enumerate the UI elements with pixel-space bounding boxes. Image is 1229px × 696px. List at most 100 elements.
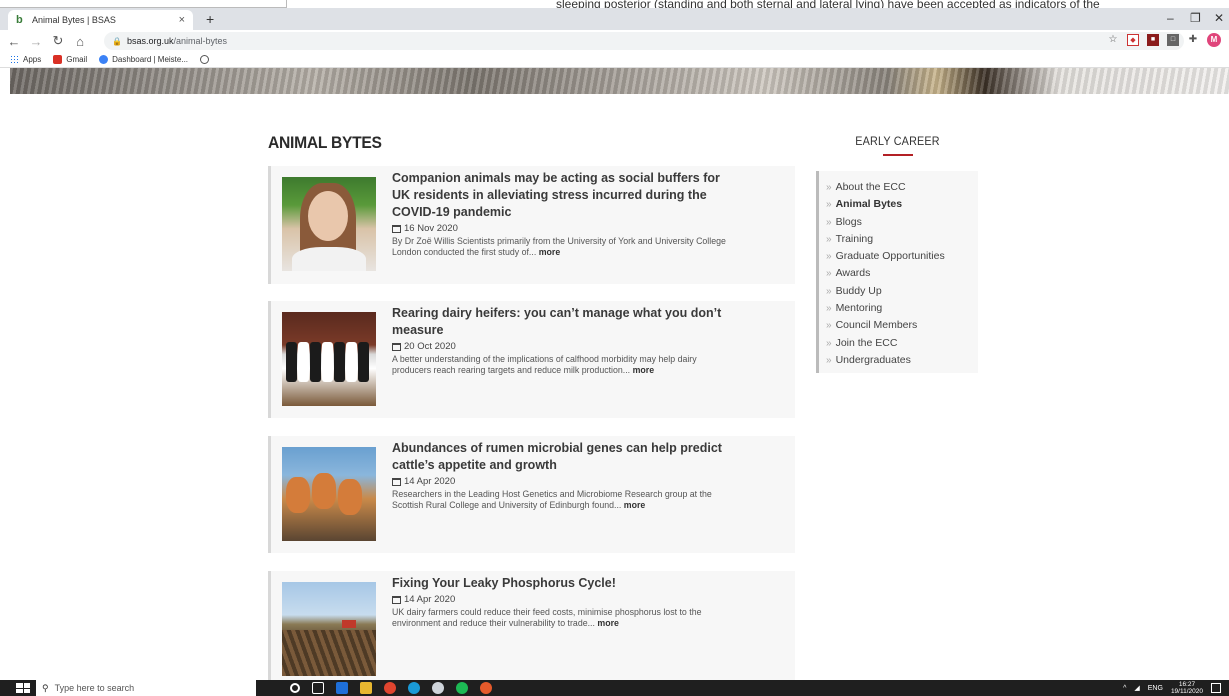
hero-banner-image	[10, 68, 1229, 94]
close-window-button[interactable]: ✕	[1214, 11, 1224, 25]
edge-icon[interactable]	[408, 682, 420, 694]
sidebar-item-label: Mentoring	[835, 302, 883, 315]
forward-arrow-icon[interactable]: →	[28, 34, 44, 49]
sidebar-item-council-members[interactable]: » Council Members	[826, 317, 978, 334]
article-card[interactable]: Rearing dairy heifers: you can’t manage …	[268, 301, 795, 418]
bookmark-dashboard[interactable]: Dashboard | Meiste...	[99, 55, 188, 64]
chevron-right-icon: »	[826, 320, 832, 332]
back-arrow-icon[interactable]: ←	[6, 34, 22, 49]
article-body: Abundances of rumen microbial genes can …	[392, 440, 727, 511]
bsas-favicon-icon: b	[16, 14, 23, 26]
media-app-icon[interactable]	[432, 682, 444, 694]
hero-texture	[10, 68, 1229, 94]
read-more-link[interactable]: more	[539, 247, 561, 257]
sidebar-item-label: Undergraduates	[835, 353, 911, 366]
article-card[interactable]: Fixing Your Leaky Phosphorus Cycle! 14 A…	[268, 571, 795, 680]
article-excerpt: UK dairy farmers could reduce their feed…	[392, 607, 727, 629]
app-icon[interactable]	[480, 682, 492, 694]
calendar-icon	[392, 595, 401, 604]
article-title[interactable]: Fixing Your Leaky Phosphorus Cycle!	[392, 575, 727, 592]
maximize-window-button[interactable]: ❐	[1190, 11, 1201, 25]
article-body: Rearing dairy heifers: you can’t manage …	[392, 305, 727, 376]
sidebar-item-undergraduates[interactable]: » Undergraduates	[826, 352, 978, 369]
heifer-shape	[286, 342, 297, 382]
sidebar-item-training[interactable]: » Training	[826, 231, 978, 248]
sidebar-item-label: About the ECC	[835, 181, 906, 193]
tray-chevron-up-icon[interactable]: ^	[1123, 685, 1126, 692]
article-date-text: 14 Apr 2020	[404, 594, 456, 605]
sidebar-title: EARLY CAREER	[855, 134, 940, 148]
article-thumbnail-heifers[interactable]	[282, 312, 376, 406]
sidebar-item-about-the-ecc[interactable]: » About the ECC	[826, 179, 978, 196]
outlook-icon[interactable]	[336, 682, 348, 694]
article-card[interactable]: Companion animals may be acting as socia…	[268, 166, 795, 284]
bookmark-globe[interactable]	[200, 55, 210, 64]
bookmark-apps[interactable]: Apps	[10, 55, 41, 64]
heifer-shape	[310, 342, 321, 382]
new-tab-button[interactable]: +	[206, 11, 214, 27]
article-card[interactable]: Abundances of rumen microbial genes can …	[268, 436, 795, 553]
article-thumbnail-portrait[interactable]	[282, 177, 376, 271]
task-view-icon[interactable]	[312, 682, 324, 694]
sidebar-item-label: Blogs	[835, 215, 862, 228]
page-title: ANIMAL BYTES	[268, 133, 382, 152]
read-more-link[interactable]: more	[624, 500, 646, 510]
apps-grid-icon	[10, 55, 19, 64]
calendar-icon	[392, 224, 401, 233]
close-tab-icon[interactable]: ×	[179, 14, 185, 26]
taskbar-search-input[interactable]: ⚲ Type here to search	[36, 680, 256, 696]
portrait-shirt	[292, 247, 366, 271]
cattle-shape	[286, 477, 310, 513]
network-icon[interactable]: ◢	[1134, 684, 1139, 692]
sidebar-item-animal-bytes[interactable]: » Animal Bytes	[826, 196, 978, 213]
sidebar-item-label: Buddy Up	[835, 284, 882, 297]
article-thumbnail-cattle[interactable]	[282, 447, 376, 541]
cortana-icon[interactable]	[290, 683, 300, 693]
pdf-extension-icon[interactable]: ■	[1147, 34, 1159, 46]
sidebar-item-awards[interactable]: » Awards	[826, 265, 978, 282]
clock-time: 16:27	[1178, 681, 1196, 688]
article-date: 14 Apr 2020	[392, 594, 727, 605]
read-more-link[interactable]: more	[597, 618, 619, 628]
browser-tab-active[interactable]: b Animal Bytes | BSAS ×	[8, 10, 193, 30]
article-date-text: 16 Nov 2020	[404, 223, 458, 234]
chrome-icon[interactable]	[384, 682, 396, 694]
chevron-right-icon: »	[826, 182, 832, 193]
heifer-shape	[358, 342, 369, 382]
chevron-right-icon: »	[826, 285, 832, 297]
reload-icon[interactable]: ↻	[50, 33, 66, 49]
language-indicator[interactable]: ENG	[1148, 685, 1163, 692]
windows-start-icon[interactable]	[16, 683, 30, 693]
cattle-shape	[338, 479, 362, 515]
tractor-shape	[342, 620, 356, 628]
puzzle-extensions-icon[interactable]: ✚	[1187, 34, 1199, 46]
home-icon[interactable]: ⌂	[72, 34, 88, 49]
sidebar-item-label: Awards	[835, 267, 871, 280]
sidebar-item-buddy-up[interactable]: » Buddy Up	[826, 283, 978, 300]
address-bar[interactable]: 🔒 bsas.org.uk/animal-bytes	[104, 32, 1184, 50]
read-more-link[interactable]: more	[633, 365, 655, 375]
notifications-icon[interactable]	[1211, 683, 1221, 693]
article-title[interactable]: Rearing dairy heifers: you can’t manage …	[392, 305, 727, 339]
bookmark-star-icon[interactable]: ☆	[1107, 34, 1119, 46]
browser-toolbar: ← → ↻ ⌂ 🔒 bsas.org.uk/animal-bytes ☆ ◆ ■…	[0, 30, 1229, 52]
article-excerpt-text: Researchers in the Leading Host Genetics…	[392, 489, 712, 510]
file-explorer-icon[interactable]	[360, 682, 372, 694]
shield-extension-icon[interactable]: ◆	[1127, 34, 1139, 46]
clock[interactable]: 16:27 19/11/2020	[1171, 681, 1203, 695]
profile-avatar[interactable]: M	[1207, 33, 1221, 47]
article-title[interactable]: Companion animals may be acting as socia…	[392, 170, 727, 221]
article-excerpt: Researchers in the Leading Host Genetics…	[392, 489, 727, 511]
sidebar-item-blogs[interactable]: » Blogs	[826, 214, 978, 231]
spotify-icon[interactable]	[456, 682, 468, 694]
sidebar-item-join-the-ecc[interactable]: » Join the ECC	[826, 335, 978, 352]
grey-extension-icon[interactable]: □	[1167, 34, 1179, 46]
sidebar-item-mentoring[interactable]: » Mentoring	[826, 300, 978, 317]
article-title[interactable]: Abundances of rumen microbial genes can …	[392, 440, 727, 474]
bookmark-gmail[interactable]: Gmail	[53, 55, 87, 64]
browser-tab-bar: b Animal Bytes | BSAS × + – ❐ ✕	[0, 8, 1229, 30]
chevron-right-icon: »	[826, 354, 832, 366]
minimize-window-button[interactable]: –	[1167, 11, 1174, 25]
article-thumbnail-field[interactable]	[282, 582, 376, 676]
sidebar-item-graduate-opportunities[interactable]: » Graduate Opportunities	[826, 248, 978, 265]
